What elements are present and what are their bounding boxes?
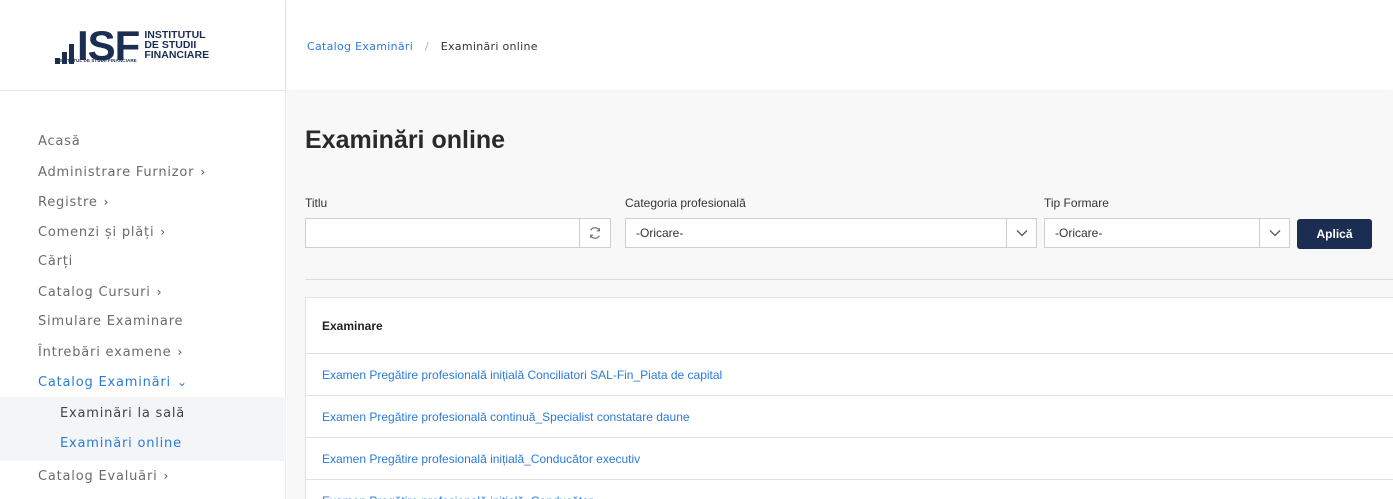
chevron-down-icon	[1259, 219, 1289, 247]
sidebar-item-label: Comenzi și plăți	[38, 225, 155, 240]
logo-line-3: FINANCIARE	[144, 49, 210, 61]
sidebar-item-carti[interactable]: Cărți	[0, 247, 286, 277]
sidebar-item-label: Catalog Cursuri	[38, 285, 151, 300]
sidebar-item-label: Registre	[38, 195, 98, 210]
logo-subtitle: INSTITUTUL DE STUDII FINANCIARE	[55, 58, 137, 63]
sidebar-item-acasa[interactable]: Acasă	[0, 127, 286, 157]
chevron-right-icon: ›	[163, 469, 170, 483]
topbar: Catalog Examinări / Examinări online	[287, 0, 1393, 90]
titlu-label: Titlu	[305, 196, 328, 210]
sidebar-item-label: Catalog Evaluări	[38, 469, 158, 484]
titlu-input[interactable]	[306, 219, 579, 247]
logo[interactable]: ISF INSTITUTUL DE STUDII FINANCIARE INST…	[55, 14, 235, 67]
table-row[interactable]: Examen Pregătire profesională inițială_C…	[306, 480, 1393, 499]
sidebar-item-registre[interactable]: Registre ›	[0, 187, 286, 217]
logo-divider	[0, 90, 286, 91]
logo-text: INSTITUTUL DE STUDII FINANCIARE	[144, 30, 210, 61]
submenu-item-examinari-online[interactable]: Examinări online	[0, 429, 286, 459]
sidebar-item-label: Catalog Examinări	[38, 375, 171, 390]
refresh-icon	[590, 227, 600, 239]
submenu-item-examinari-la-sala[interactable]: Examinări la sală	[0, 399, 286, 429]
table-row[interactable]: Examen Pregătire profesională continuă_S…	[306, 396, 1393, 438]
breadcrumb-current: Examinări online	[440, 40, 538, 53]
chevron-right-icon: ›	[160, 225, 166, 239]
categorie-label: Categoria profesională	[625, 196, 746, 210]
submenu-catalog-examinari: Examinări la sală Examinări online	[0, 397, 286, 461]
sidebar-item-simulare-examinare[interactable]: Simulare Examinare	[0, 307, 286, 337]
sidebar-item-catalog-examinari[interactable]: Catalog Examinări ⌄	[0, 367, 286, 397]
chevron-down-icon	[1006, 219, 1036, 247]
breadcrumb: Catalog Examinări / Examinări online	[307, 40, 538, 53]
table-row[interactable]: Examen Pregătire profesională inițială C…	[306, 354, 1393, 396]
breadcrumb-link-catalog-examinari[interactable]: Catalog Examinări	[307, 40, 413, 53]
chevron-right-icon: ›	[156, 285, 163, 299]
tip-formare-select-value: -Oricare-	[1055, 226, 1103, 240]
sidebar: ISF INSTITUTUL DE STUDII FINANCIARE INST…	[0, 0, 286, 499]
sidebar-menu: Acasă Administrare Furnizor › Registre › C…	[0, 127, 286, 491]
sidebar-item-intrebari-examene[interactable]: Întrebări examene ›	[0, 337, 286, 367]
tip-formare-label: Tip Formare	[1044, 196, 1109, 210]
categorie-select-value: -Oricare-	[636, 226, 684, 240]
sidebar-item-label: Administrare Furnizor	[38, 165, 195, 180]
table-row[interactable]: Examen Pregătire profesională inițială_C…	[306, 438, 1393, 480]
sidebar-item-comenzi-si-plati[interactable]: Comenzi și plăți ›	[0, 217, 286, 247]
breadcrumb-separator: /	[424, 40, 429, 53]
table-header: Examinare	[306, 298, 1393, 354]
page-title: Examinări online	[305, 126, 506, 154]
sidebar-item-catalog-cursuri[interactable]: Catalog Cursuri ›	[0, 277, 286, 307]
section-divider	[305, 279, 1393, 280]
reset-button[interactable]	[579, 218, 611, 248]
main-content: Examinări online Titlu Categoria profesi…	[287, 91, 1393, 499]
examinari-table: Examinare Examen Pregătire profesională …	[305, 297, 1393, 499]
chevron-right-icon: ›	[200, 165, 206, 179]
chevron-down-icon: ⌄	[176, 375, 188, 389]
categorie-select[interactable]: -Oricare-	[625, 218, 1037, 248]
sidebar-item-label: Simulare Examinare	[38, 314, 184, 329]
apply-button[interactable]: Aplică	[1297, 219, 1372, 249]
titlu-field	[305, 218, 580, 248]
tip-formare-select[interactable]: -Oricare-	[1044, 218, 1290, 248]
sidebar-item-label: Întrebări examene	[38, 345, 172, 360]
sidebar-item-catalog-evaluari[interactable]: Catalog Evaluări ›	[0, 461, 286, 491]
sidebar-item-label: Cărți	[38, 254, 74, 269]
sidebar-item-administrare-furnizor[interactable]: Administrare Furnizor ›	[0, 157, 286, 187]
chevron-right-icon: ›	[177, 345, 184, 359]
sidebar-item-label: Acasă	[38, 134, 81, 149]
chevron-right-icon: ›	[103, 195, 110, 209]
